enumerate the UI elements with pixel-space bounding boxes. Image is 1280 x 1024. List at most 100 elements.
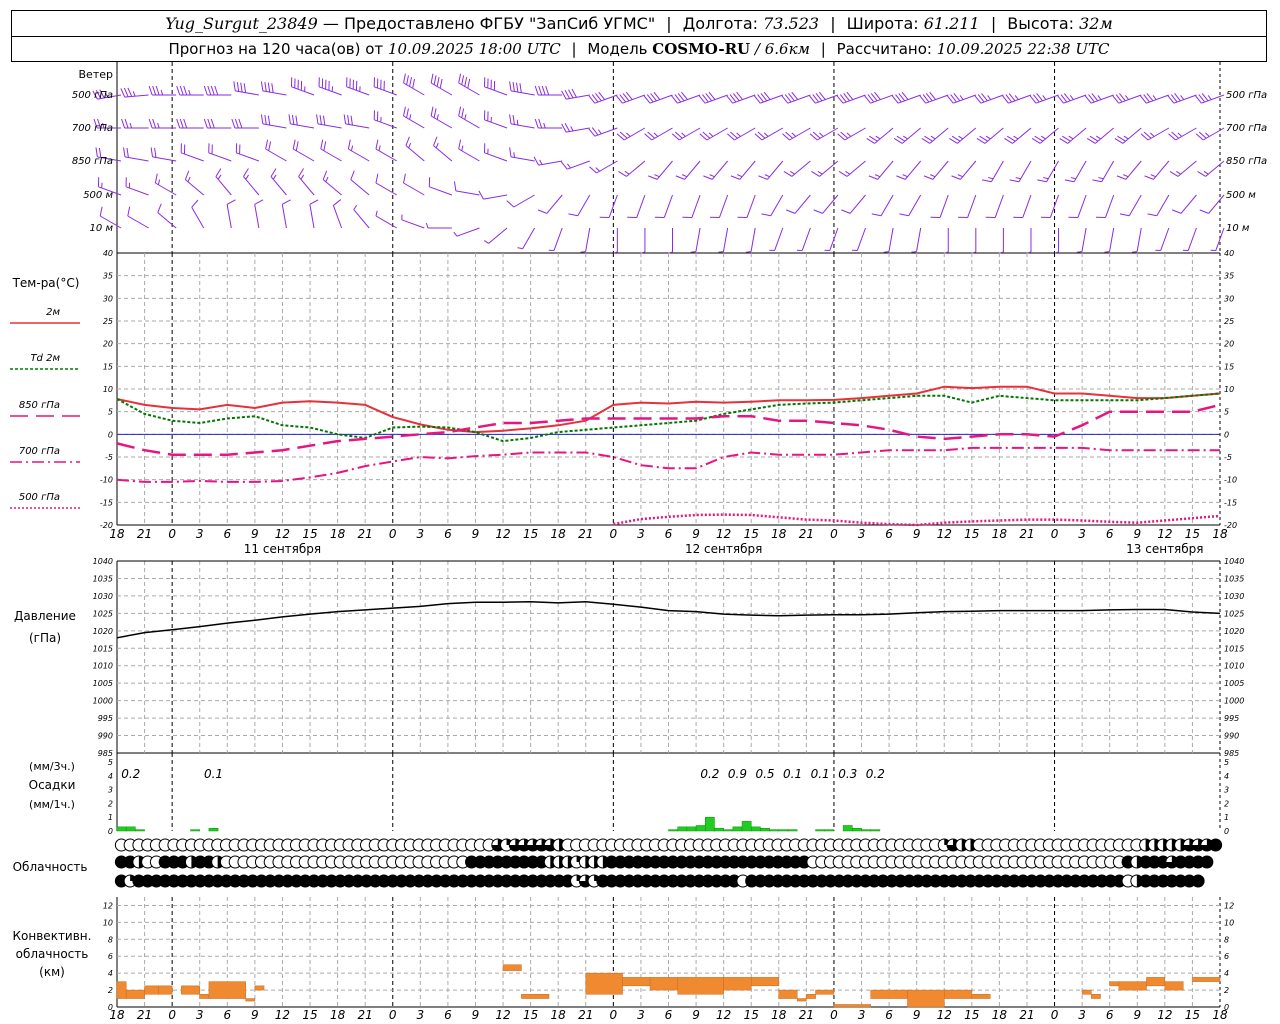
wind-barb-half	[453, 231, 458, 237]
wind-barb-staff	[585, 227, 591, 252]
temp-title: Тем-ра(°C)	[12, 276, 80, 290]
wind-barb-staff	[1187, 227, 1197, 251]
wind-barb-half	[1043, 177, 1049, 180]
wind-barb-staff	[510, 156, 535, 162]
precip-bar	[668, 829, 678, 832]
conv-tick-left: 8	[108, 935, 113, 944]
wind-barb	[1119, 194, 1142, 217]
wind-barb	[891, 91, 921, 104]
wind-barb-feather	[319, 114, 322, 125]
wind-barb-staff	[353, 209, 370, 229]
wind-barb-feather	[203, 85, 208, 96]
wind-barb-feather	[148, 85, 153, 96]
wind-barb-feather	[295, 115, 298, 126]
wind-barb-staff	[1125, 160, 1142, 180]
wind-barb	[1104, 227, 1115, 253]
conv-x-tick: 6	[1106, 1008, 1114, 1022]
wind-barb	[1197, 160, 1225, 177]
wind-barb-feather	[1147, 213, 1157, 217]
wind-barb-staff	[967, 194, 977, 218]
conv-bar	[208, 981, 246, 999]
wind-barb-staff	[243, 176, 260, 196]
wind-barb	[403, 73, 425, 96]
temp-x-tick: 6	[223, 527, 231, 541]
wind-barb-half	[654, 174, 660, 178]
conv-x-tick: 18	[551, 1008, 567, 1022]
wind-barb-half	[987, 95, 992, 100]
wind-barb-staff	[292, 148, 315, 162]
wind-barb	[699, 127, 728, 141]
wind-barb	[373, 110, 397, 129]
wind-barb-feather	[350, 115, 353, 126]
wind-barb	[643, 91, 673, 104]
wind-barb-staff	[433, 145, 453, 162]
wind-barb	[1076, 227, 1087, 253]
wind-barb-staff	[567, 160, 590, 170]
temp-x-tick: 3	[637, 527, 645, 541]
wind-barb-half	[188, 89, 191, 96]
cloud-circle	[1200, 855, 1214, 869]
wind-barb-staff	[215, 176, 232, 196]
wind-barb-staff	[317, 123, 342, 129]
wind-barb-staff	[290, 123, 315, 129]
wind-barb-half	[378, 145, 381, 151]
wind-barb-half	[484, 240, 489, 244]
wind-barb-half	[819, 132, 824, 137]
conv-bar	[158, 985, 173, 995]
wind-barb-staff	[429, 186, 453, 196]
wind-barb-feather	[1199, 209, 1209, 214]
wind-barb	[893, 127, 921, 144]
wind-barb-half	[1149, 132, 1155, 137]
prec-tick-right: 5	[1224, 758, 1229, 767]
wind-barb-staff	[332, 205, 343, 229]
wind-barb-staff	[1153, 160, 1170, 180]
wind-barb-half	[1068, 135, 1074, 140]
temp-x-tick: 18	[771, 527, 787, 541]
wind-barb	[483, 143, 508, 162]
wind-level-label-left: 500 гПа	[72, 90, 113, 101]
temp-x-tick: 18	[992, 527, 1008, 541]
prec-tick-right: 1	[1224, 813, 1229, 822]
wind-barb	[347, 139, 370, 162]
wind-barb-staff	[152, 156, 177, 162]
wind-level-label-left: 500 м	[83, 190, 113, 201]
wind-barb-half	[543, 122, 546, 129]
wind-barb-half	[435, 142, 439, 149]
temp-tick-right: 25	[1224, 317, 1234, 326]
wind-level-label-right: 700 гПа	[1226, 123, 1267, 134]
wind-barb-staff	[770, 194, 784, 217]
wind-barb-feather	[179, 118, 184, 129]
wind-barb	[458, 73, 480, 96]
wind-barb	[215, 168, 232, 196]
wind-barb	[254, 199, 264, 229]
conv-tick-right: 12	[1224, 901, 1234, 910]
wind-barb-feather	[375, 139, 379, 150]
conv-x-tick: 9	[1133, 1008, 1141, 1022]
wind-barb	[958, 194, 977, 219]
wind-barb	[883, 227, 894, 253]
pres-tick-left: 1040	[93, 557, 113, 566]
wind-barb-half	[1207, 95, 1212, 100]
wind-barb	[265, 139, 287, 162]
wind-barb	[235, 143, 260, 162]
wind-barb-feather	[923, 175, 934, 180]
conv-bar	[971, 994, 991, 999]
conv-x-tick: 3	[196, 1008, 204, 1022]
wind-barb-feather	[260, 81, 264, 91]
temp-x-tick: 6	[444, 527, 452, 541]
pres-tick-left: 995	[98, 714, 113, 723]
wind-barb-staff	[739, 160, 756, 180]
wind-barb-half	[1096, 135, 1101, 140]
wind-barb-half	[1152, 95, 1157, 100]
wind-barb	[318, 77, 342, 96]
wind-barb	[483, 110, 508, 129]
wind-barb	[761, 194, 784, 217]
temp-tick-left: 15	[103, 362, 113, 371]
wind-barb-half	[1203, 170, 1209, 175]
temp-x-tick: 21	[358, 527, 373, 541]
wind-barb-feather	[533, 156, 540, 166]
wind-barb-staff	[1022, 194, 1032, 218]
temp-x-tick: 0	[1051, 527, 1059, 541]
wind-barb-staff	[711, 160, 729, 180]
temp-tick-left: 5	[108, 408, 113, 417]
